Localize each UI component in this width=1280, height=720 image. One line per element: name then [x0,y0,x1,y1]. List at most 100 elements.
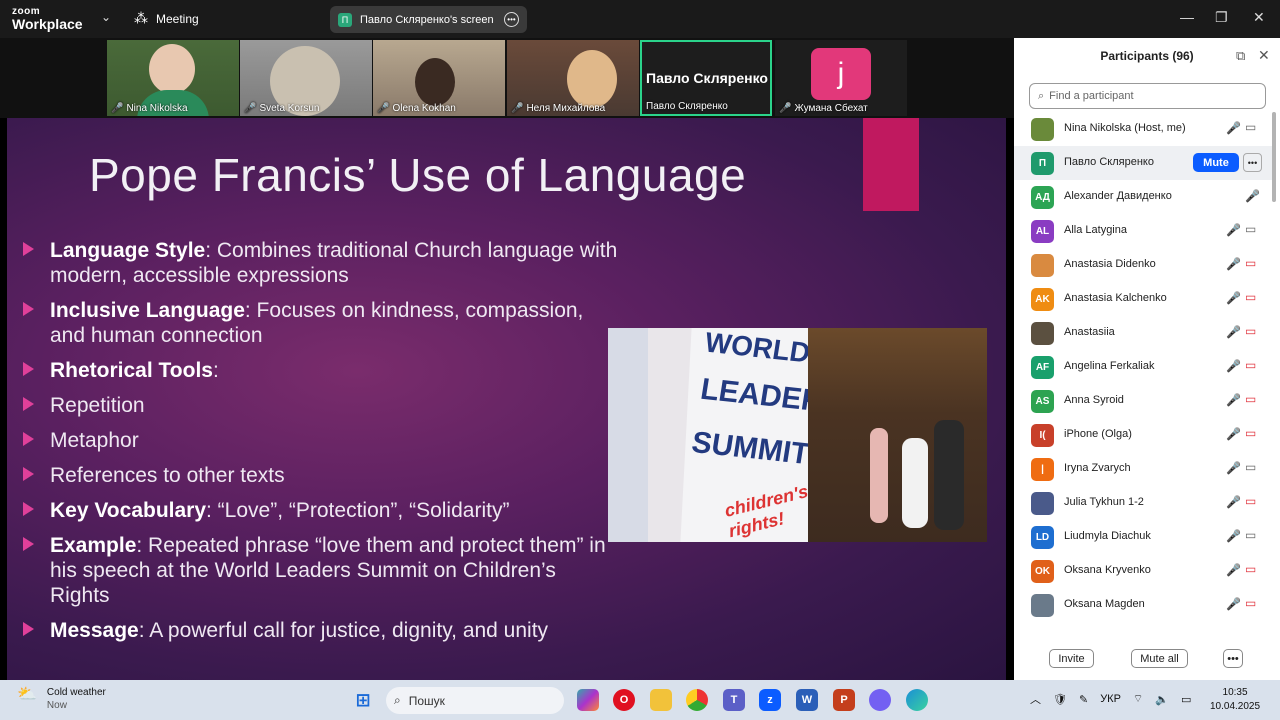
participant-row[interactable]: AK Anastasia Kalchenko 🎤 ▭ [1014,282,1272,316]
clock[interactable]: 10:35 10.04.2025 [1210,686,1260,714]
weather-widget[interactable]: ⛅ Cold weather Now [17,686,106,712]
video-tile-active-speaker[interactable]: Павло Скляренко Павло Скляренко [640,40,772,116]
mic-muted-icon[interactable]: 🎤 [1226,291,1241,305]
file-explorer-icon[interactable] [650,689,672,711]
more-options-button[interactable]: ••• [1223,649,1243,668]
mic-muted-icon[interactable]: 🎤 [1226,529,1241,543]
mic-muted-icon[interactable]: 🎤 [1226,393,1241,407]
participant-row[interactable]: | Iryna Zvarych 🎤 ▭ [1014,452,1272,486]
mic-muted-icon[interactable]: 🎤 [1226,495,1241,509]
participant-name: Alla Latygina [1064,224,1127,236]
mic-muted-icon[interactable]: 🎤 [1226,563,1241,577]
invite-button[interactable]: Invite [1049,649,1094,668]
participant-row[interactable]: LD Liudmyla Diachuk 🎤 ▭ [1014,520,1272,554]
tile-name: 🎤 Жумана Сбехат [779,103,868,114]
video-tile[interactable]: 🎤 Nina Nikolska [107,40,239,116]
video-tile[interactable]: 🎤 Неля Михайлова [507,40,639,116]
bullet-item: Rhetorical Tools: [21,358,621,383]
chrome-icon[interactable] [686,689,708,711]
participant-row[interactable]: AL Alla Latygina 🎤 ▭ [1014,214,1272,248]
camera-off-icon[interactable]: ▭ [1245,392,1256,406]
close-panel-icon[interactable]: ✕ [1258,47,1270,64]
viber-icon[interactable] [869,689,891,711]
participant-name: Anastasiia [1064,326,1115,338]
mic-muted-icon[interactable]: 🎤 [1226,427,1241,441]
participant-row[interactable]: Julia Tykhun 1-2 🎤 ▭ [1014,486,1272,520]
pen-icon[interactable]: ✎ [1079,693,1088,706]
volume-icon[interactable]: 🔈 [1155,693,1169,706]
mic-muted-icon: 🎤 [377,103,390,114]
slide-bullets: Language Style: Combines traditional Chu… [21,238,621,653]
participant-row[interactable]: Oksana Magden 🎤 ▭ [1014,588,1272,622]
screen-share-pill[interactable]: П Павло Скляренко's screen ••• [330,6,527,33]
mic-muted-icon[interactable]: 🎤 [1226,223,1241,237]
security-icon[interactable]: 🛡 [1053,693,1067,706]
zoom-icon[interactable]: z [759,689,781,711]
camera-off-icon[interactable]: ▭ [1245,256,1256,270]
mic-muted-icon[interactable]: 🎤 [1245,189,1260,203]
weather-sub: Now [46,700,67,711]
more-options-button[interactable]: ••• [1243,153,1262,172]
participant-row[interactable]: Anastasia Didenko 🎤 ▭ [1014,248,1272,282]
mic-muted-icon[interactable]: 🎤 [1226,359,1241,373]
participant-row[interactable]: Nina Nikolska (Host, me) 🎤 ▭ [1014,112,1272,146]
wifi-icon[interactable]: ⌔ [1133,692,1143,706]
camera-icon[interactable]: ▭ [1245,120,1256,134]
mic-muted-icon[interactable]: 🎤 [1226,597,1241,611]
video-tile[interactable]: 🎤 Sveta Korsun [240,40,372,116]
mute-all-button[interactable]: Mute all [1131,649,1188,668]
camera-icon[interactable]: ▭ [1245,460,1256,474]
camera-off-icon[interactable]: ▭ [1245,596,1256,610]
scrollbar-thumb[interactable] [1272,112,1276,202]
search-input[interactable]: ⌕ Find a participant [1029,83,1266,109]
edge-icon[interactable] [906,689,928,711]
participant-row[interactable]: Anastasiia 🎤 ▭ [1014,316,1272,350]
camera-off-icon[interactable]: ▭ [1245,290,1256,304]
participant-row[interactable]: OK Oksana Kryvenko 🎤 ▭ [1014,554,1272,588]
avatar: AF [1031,356,1054,379]
taskbar-search[interactable]: ⌕ Пошук [386,687,564,714]
camera-off-icon[interactable]: ▭ [1245,494,1256,508]
mic-muted-icon[interactable]: 🎤 [1226,325,1241,339]
teams-icon[interactable]: T [723,689,745,711]
camera-icon[interactable]: ▭ [1245,222,1256,236]
meeting-menu-button[interactable]: ⁂ Meeting [134,10,199,27]
brand-line2: Workplace [12,16,83,32]
powerpoint-icon[interactable]: P [833,689,855,711]
chevron-up-icon[interactable]: ︿ [1030,691,1041,707]
participant-row[interactable]: AF Angelina Ferkaliak 🎤 ▭ [1014,350,1272,384]
scrollbar[interactable] [1272,112,1277,634]
participant-row[interactable]: I(iPhone (Olga) 🎤 ▭ [1014,418,1272,452]
windows-start-icon[interactable]: ⊞ [352,689,374,711]
camera-off-icon[interactable]: ▭ [1245,426,1256,440]
minimize-icon[interactable]: — [1180,9,1194,25]
mic-muted-icon[interactable]: 🎤 [1226,461,1241,475]
camera-off-icon[interactable]: ▭ [1245,562,1256,576]
camera-off-icon[interactable]: ▭ [1245,324,1256,338]
mute-button[interactable]: Mute [1193,153,1239,172]
camera-icon[interactable]: ▭ [1245,528,1256,542]
restore-icon[interactable]: ❐ [1215,9,1228,26]
mic-muted-icon[interactable]: 🎤 [1226,257,1241,271]
chevron-down-icon[interactable]: ⌄ [101,10,111,24]
video-tile[interactable]: j 🎤 Жумана Сбехат [775,40,907,116]
participant-row[interactable]: АД Alexander Давиденко 🎤 [1014,180,1272,214]
avatar: AK [1031,288,1054,311]
photo-figure [934,420,964,530]
battery-icon[interactable]: ▭ [1181,693,1191,706]
participant-row[interactable]: AS Anna Syroid 🎤 ▭ [1014,384,1272,418]
close-icon[interactable]: ✕ [1253,9,1265,26]
more-options-icon[interactable]: ••• [504,12,519,27]
camera-off-icon[interactable]: ▭ [1245,358,1256,372]
word-icon[interactable]: W [796,689,818,711]
bullet-triangle-icon [23,537,34,551]
pop-out-icon[interactable]: ⧉ [1236,48,1245,64]
mic-muted-icon: 🎤 [111,103,124,114]
participant-row[interactable]: П Павло Скляренко Mute ••• [1014,146,1272,180]
video-tile[interactable]: 🎤 Olena Kokhan [373,40,505,116]
opera-icon[interactable]: O [613,689,635,711]
copilot-icon[interactable] [577,689,599,711]
tile-name: 🎤 Olena Kokhan [377,103,456,114]
mic-muted-icon[interactable]: 🎤 [1226,121,1241,135]
language-indicator[interactable]: УКР [1100,693,1121,705]
